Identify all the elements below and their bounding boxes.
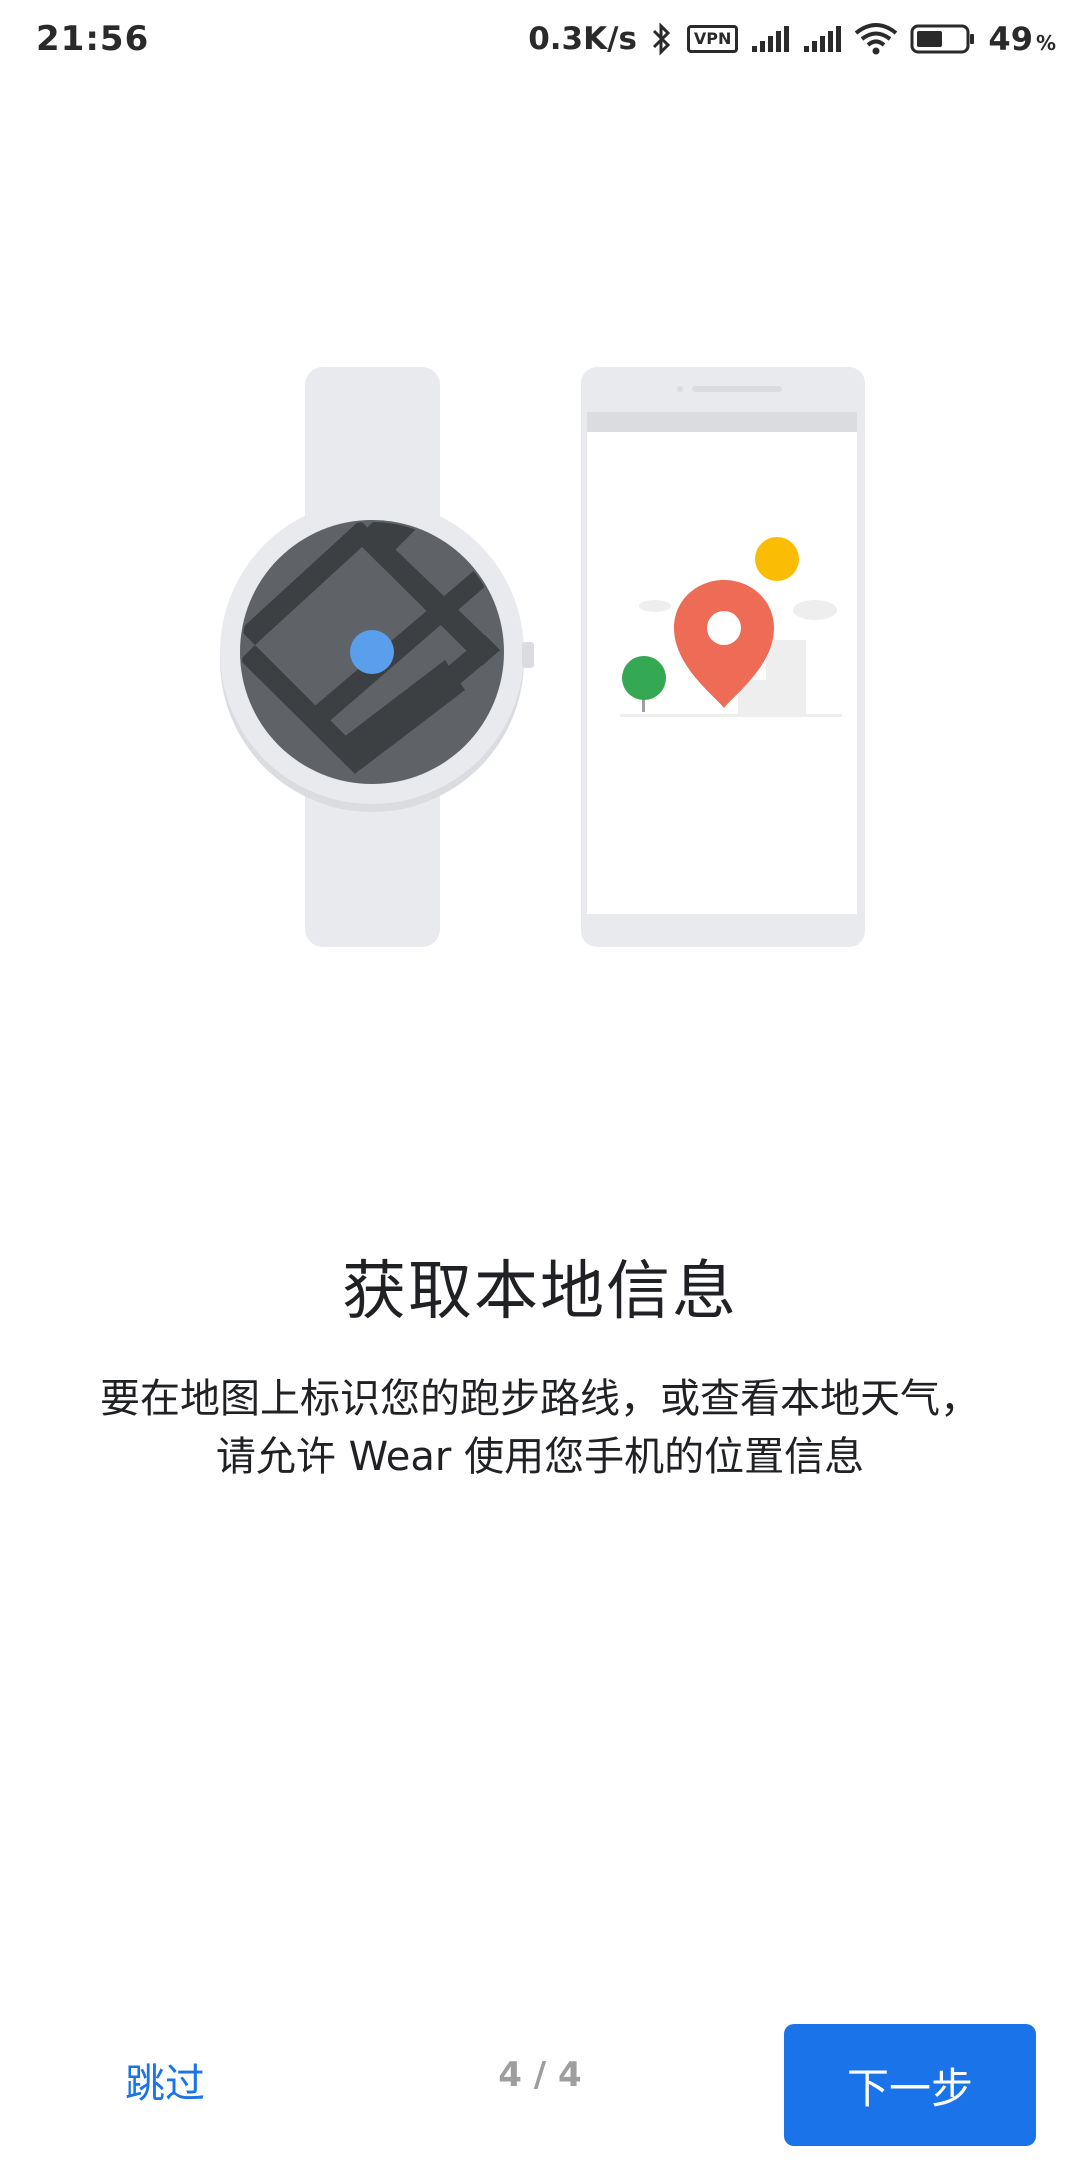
status-bar: 21:56 0.3K/s VPN 49 %	[0, 0, 1080, 78]
battery-icon	[910, 24, 975, 54]
network-speed: 0.3K/s	[528, 21, 637, 57]
skip-button[interactable]: 跳过	[90, 2030, 240, 2130]
description-line-1: 要在地图上标识您的跑步路线，或查看本地天气，	[100, 1376, 980, 1422]
smartwatch-map-icon	[220, 367, 534, 947]
vpn-badge: VPN	[686, 25, 739, 53]
page-indicator: 4 / 4	[498, 2055, 582, 2095]
next-button[interactable]: 下一步	[784, 2024, 1036, 2146]
signal-icon	[752, 26, 790, 52]
bluetooth-icon	[652, 22, 671, 56]
battery-percentage: 49%	[988, 20, 1056, 58]
page-description: 要在地图上标识您的跑步路线，或查看本地天气， 请允许 Wear 使用您手机的位置…	[40, 1370, 1040, 1486]
description-line-2: 请允许 Wear 使用您手机的位置信息	[215, 1434, 865, 1480]
phone-location-icon	[581, 367, 865, 947]
status-icons: 0.3K/s VPN 49 %	[528, 20, 1056, 58]
page-title: 获取本地信息	[342, 1255, 738, 1329]
watch-phone-illustration	[220, 367, 865, 947]
signal-icon-2	[804, 26, 842, 52]
wifi-icon	[855, 23, 898, 55]
status-time: 21:56	[36, 19, 150, 59]
onboarding-screen: 21:56 0.3K/s VPN 49 % 获取本地信息 要在地图上标识您的跑步…	[0, 0, 1080, 2160]
